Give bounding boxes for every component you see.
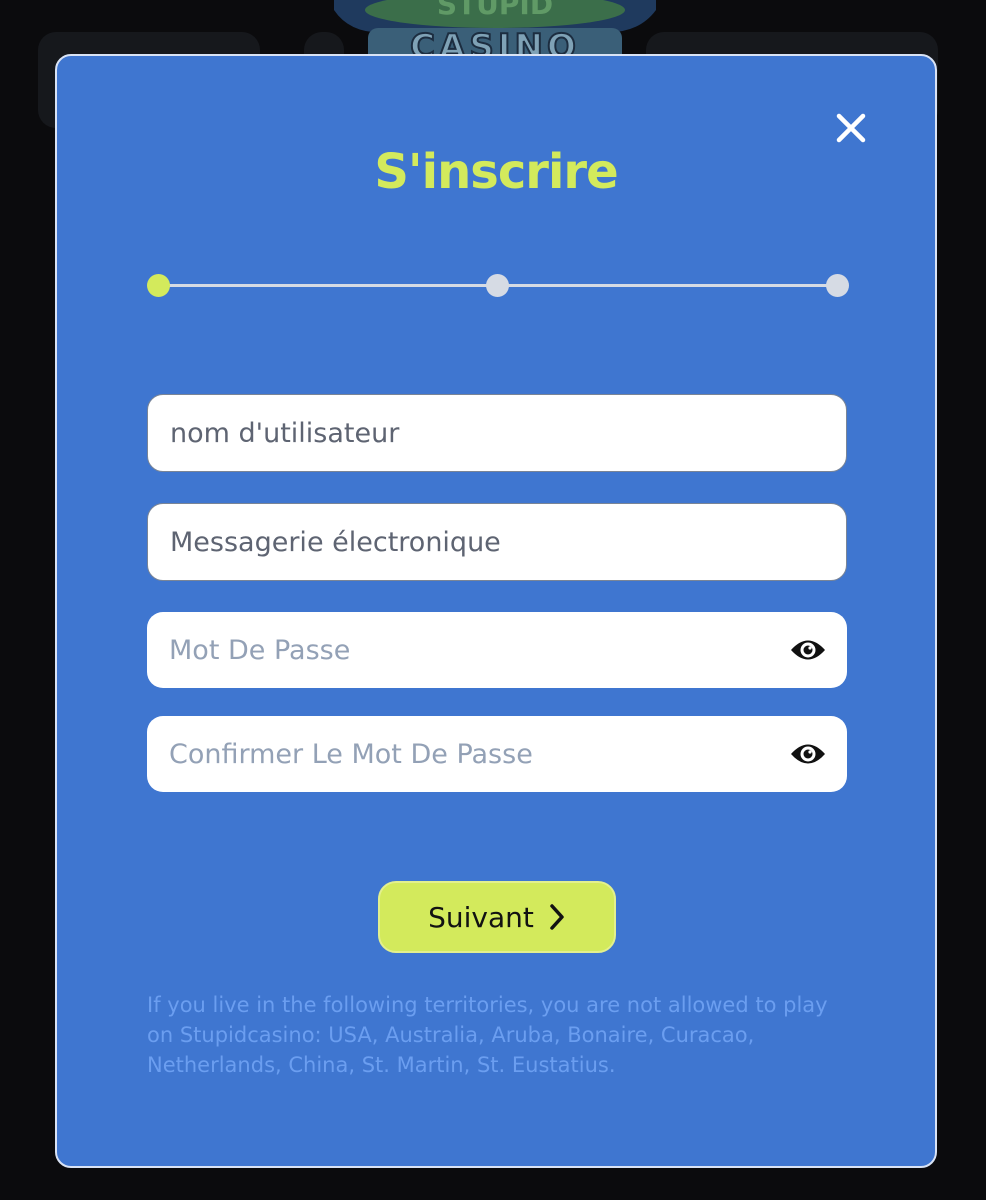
email-input[interactable]	[148, 504, 846, 580]
eye-icon	[791, 640, 825, 660]
username-input[interactable]	[148, 395, 846, 471]
casino-logo: STUPID CASINO	[334, 0, 656, 60]
svg-text:STUPID: STUPID	[437, 0, 553, 21]
step-3-dot	[826, 274, 849, 297]
password-field-wrapper	[147, 612, 847, 688]
confirm-password-field-wrapper	[147, 716, 847, 792]
username-field-wrapper	[147, 394, 847, 472]
close-icon	[836, 113, 866, 143]
next-button-label: Suivant	[428, 900, 534, 934]
eye-icon	[791, 744, 825, 764]
step-2-dot	[486, 274, 509, 297]
territory-disclaimer: If you live in the following territories…	[147, 993, 828, 1077]
password-input[interactable]	[147, 612, 847, 688]
chevron-right-icon	[550, 904, 564, 930]
signup-modal: S'inscrire nom d'utilisateur Messagerie …	[55, 54, 937, 1168]
step-1-dot	[147, 274, 170, 297]
progress-stepper	[147, 272, 849, 298]
next-button[interactable]: Suivant	[378, 881, 616, 953]
modal-title: S'inscrire	[374, 144, 618, 200]
close-button[interactable]	[833, 110, 869, 146]
email-field-wrapper	[147, 503, 847, 581]
show-confirm-password-toggle[interactable]	[789, 739, 827, 769]
confirm-password-input[interactable]	[147, 716, 847, 792]
show-password-toggle[interactable]	[789, 635, 827, 665]
